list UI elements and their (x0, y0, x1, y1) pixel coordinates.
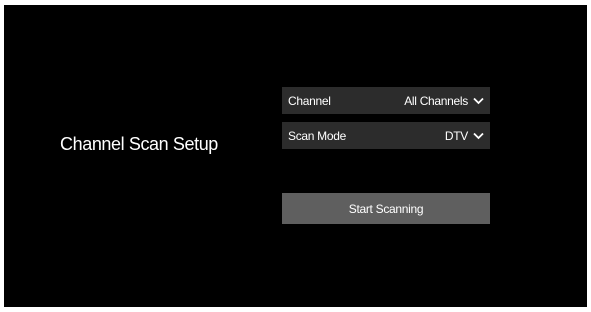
chevron-down-icon (473, 132, 484, 139)
channel-value: All Channels (404, 93, 468, 108)
scan-mode-value: DTV (444, 128, 468, 143)
scan-mode-value-wrap: DTV (445, 129, 484, 143)
tv-screen: Channel Scan Setup Channel All Channels … (4, 5, 587, 307)
scan-mode-dropdown[interactable]: Scan Mode DTV (282, 122, 490, 149)
page-title: Channel Scan Setup (60, 134, 218, 154)
channel-label: Channel (288, 93, 331, 108)
scan-mode-label: Scan Mode (288, 128, 347, 143)
channel-value-wrap: All Channels (404, 94, 484, 108)
chevron-down-icon (473, 97, 484, 104)
start-scanning-button[interactable]: Start Scanning (282, 193, 490, 224)
channel-dropdown[interactable]: Channel All Channels (282, 87, 490, 114)
